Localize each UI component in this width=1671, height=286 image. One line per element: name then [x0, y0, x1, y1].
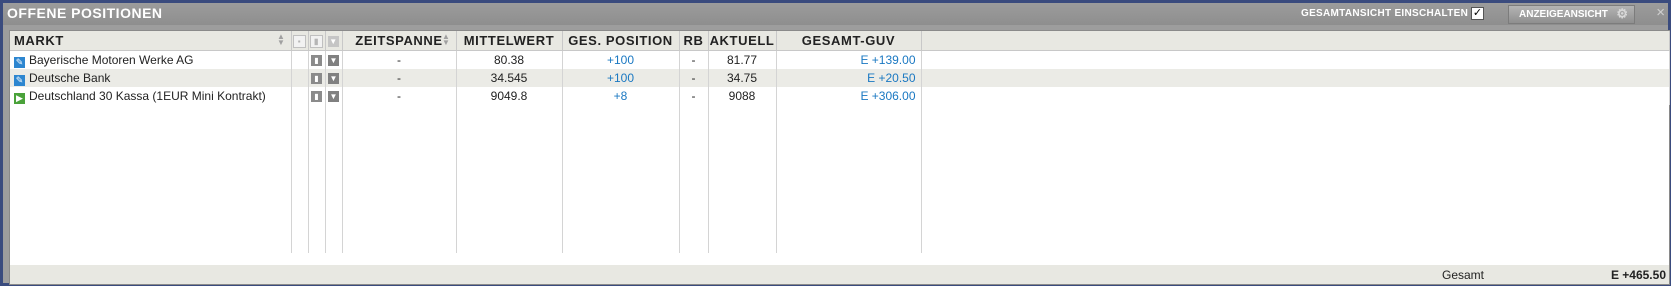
- spacer-cell: [291, 50, 309, 69]
- column-header-empty: [921, 31, 1670, 51]
- current-cell: 34.75: [708, 69, 777, 87]
- sort-icon[interactable]: ▲ ▼: [277, 33, 286, 47]
- period-cell: -: [342, 50, 457, 69]
- calendar-icon: ▪: [293, 35, 306, 49]
- positions-window: OFFENE POSITIONEN GESAMTANSICHT EINSCHAL…: [0, 0, 1671, 286]
- overview-toggle-label[interactable]: GESAMTANSICHT EINSCHALTEN: [1301, 8, 1468, 19]
- window-title: OFFENE POSITIONEN: [7, 5, 163, 21]
- market-name: Bayerische Motoren Werke AG: [29, 52, 194, 67]
- rb-cell: -: [679, 87, 709, 105]
- market-cell[interactable]: ✎ Deutsche Bank: [10, 69, 292, 87]
- overview-toggle-checkbox[interactable]: ✓: [1471, 7, 1484, 20]
- positions-table: MARKT ▲ ▼ ▪ ▮ ▼ ZEITSPANNE ▲ ▼ MITTELWERT …: [10, 31, 1670, 253]
- menu-cell[interactable]: ▼: [325, 69, 343, 87]
- column-header-menu: ▼: [325, 31, 343, 51]
- column-header-mean[interactable]: MITTELWERT: [456, 31, 563, 51]
- chart-cell[interactable]: ▮: [308, 87, 326, 105]
- market-name: Deutsche Bank: [29, 70, 111, 85]
- mean-cell: 80.38: [456, 50, 563, 69]
- close-icon[interactable]: ×: [1656, 4, 1665, 21]
- table-filler: [10, 105, 1669, 253]
- menu-cell[interactable]: ▼: [325, 50, 343, 69]
- total-value: E +465.50: [1610, 268, 1666, 282]
- pnl-cell: E +306.00: [776, 87, 922, 105]
- chart-cell[interactable]: ▮: [308, 50, 326, 69]
- chevron-down-icon[interactable]: ▼: [328, 91, 339, 103]
- totals-footer: Gesamt E +465.50: [10, 265, 1669, 284]
- empty-cell: [921, 87, 1670, 105]
- position-cell[interactable]: +100: [562, 69, 680, 87]
- menu-cell[interactable]: ▼: [325, 87, 343, 105]
- chevron-down-icon[interactable]: ▼: [328, 73, 339, 85]
- edit-icon[interactable]: ✎: [14, 56, 25, 68]
- column-header-market[interactable]: MARKT ▲ ▼: [10, 31, 292, 51]
- table-header: MARKT ▲ ▼ ▪ ▮ ▼ ZEITSPANNE ▲ ▼ MITTELWERT …: [10, 31, 1670, 51]
- column-header-pnl[interactable]: GESAMT-GUV: [776, 31, 922, 51]
- current-cell: 9088: [708, 87, 777, 105]
- current-cell: 81.77: [708, 50, 777, 69]
- mean-cell: 9049.8: [456, 87, 563, 105]
- market-cell[interactable]: ✎ Bayerische Motoren Werke AG: [10, 50, 292, 69]
- display-view-button[interactable]: ANZEIGEANSICHT ⚙: [1508, 5, 1635, 24]
- spacer-cell: [291, 69, 309, 87]
- pnl-cell: E +139.00: [776, 50, 922, 69]
- title-bar[interactable]: OFFENE POSITIONEN GESAMTANSICHT EINSCHAL…: [3, 3, 1668, 25]
- rb-cell: -: [679, 69, 709, 87]
- bar-chart-icon: ▮: [310, 35, 323, 49]
- table-row[interactable]: ✎ Deutsche Bank ▮ ▼ - 34.545 +100 - 34.75…: [10, 69, 1670, 87]
- mean-cell: 34.545: [456, 69, 563, 87]
- pnl-cell: E +20.50: [776, 69, 922, 87]
- table-row[interactable]: ✎ Bayerische Motoren Werke AG ▮ ▼ - 80.38…: [10, 50, 1670, 69]
- spacer-cell: [291, 87, 309, 105]
- sort-icon[interactable]: ▲ ▼: [442, 33, 451, 47]
- bar-chart-icon[interactable]: ▮: [311, 73, 322, 85]
- play-icon[interactable]: ▶: [14, 92, 25, 104]
- period-cell: -: [342, 69, 457, 87]
- market-name: Deutschland 30 Kassa (1EUR Mini Kontrakt…: [29, 88, 266, 103]
- position-cell[interactable]: +100: [562, 50, 680, 69]
- empty-cell: [921, 69, 1670, 87]
- position-cell[interactable]: +8: [562, 87, 680, 105]
- empty-cell: [921, 50, 1670, 69]
- column-header-period-label: ZEITSPANNE: [355, 33, 443, 48]
- column-header-market-label: MARKT: [14, 33, 64, 48]
- gear-icon: ⚙: [1616, 6, 1628, 21]
- column-header-current[interactable]: AKTUELL: [708, 31, 777, 51]
- market-cell[interactable]: ▶ Deutschland 30 Kassa (1EUR Mini Kontrak…: [10, 87, 292, 105]
- display-view-label: ANZEIGEANSICHT: [1519, 9, 1608, 20]
- total-label: Gesamt: [1442, 268, 1485, 282]
- rb-cell: -: [679, 50, 709, 69]
- column-header-edit: ▪: [291, 31, 309, 51]
- column-header-position[interactable]: GES. POSITION: [562, 31, 680, 51]
- column-header-chart: ▮: [308, 31, 326, 51]
- bar-chart-icon[interactable]: ▮: [311, 55, 322, 67]
- column-header-rb[interactable]: RB: [679, 31, 709, 51]
- table-row[interactable]: ▶ Deutschland 30 Kassa (1EUR Mini Kontrak…: [10, 87, 1670, 105]
- bar-chart-icon[interactable]: ▮: [311, 91, 322, 103]
- edit-icon[interactable]: ✎: [14, 74, 25, 86]
- chevron-down-icon[interactable]: ▼: [328, 55, 339, 67]
- chevron-down-icon: ▼: [328, 36, 339, 48]
- chart-cell[interactable]: ▮: [308, 69, 326, 87]
- positions-panel: MARKT ▲ ▼ ▪ ▮ ▼ ZEITSPANNE ▲ ▼ MITTELWERT …: [9, 30, 1670, 285]
- period-cell: -: [342, 87, 457, 105]
- column-header-period[interactable]: ZEITSPANNE ▲ ▼: [342, 31, 457, 51]
